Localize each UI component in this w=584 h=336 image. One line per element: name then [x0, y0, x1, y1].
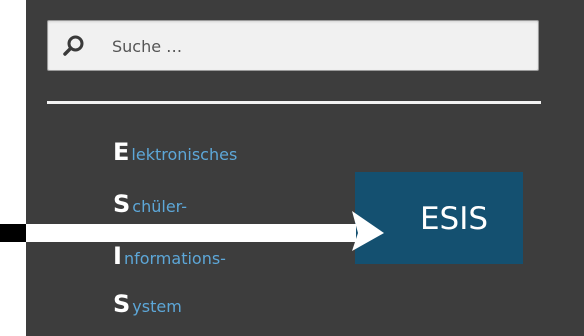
search-input[interactable] [112, 31, 512, 61]
acronym-letter: S [113, 290, 131, 318]
search-box[interactable] [47, 20, 539, 71]
acronym-word-link[interactable]: nformations- [124, 251, 226, 267]
acronym-word-link[interactable]: ystem [132, 299, 182, 315]
search-icon[interactable] [62, 34, 86, 58]
acronym-line-s2: System [113, 292, 182, 316]
acronym-word-link[interactable]: lektronisches [131, 147, 237, 163]
acronym-line-e: Elektronisches [113, 140, 237, 164]
esis-badge-label: ESIS [419, 201, 489, 237]
arrow-head [352, 211, 384, 251]
arrow-right-icon [0, 211, 384, 251]
arrow-tail-marker [0, 224, 26, 242]
divider [47, 101, 541, 104]
acronym-letter: E [113, 138, 130, 166]
arrow-shaft [26, 224, 356, 242]
